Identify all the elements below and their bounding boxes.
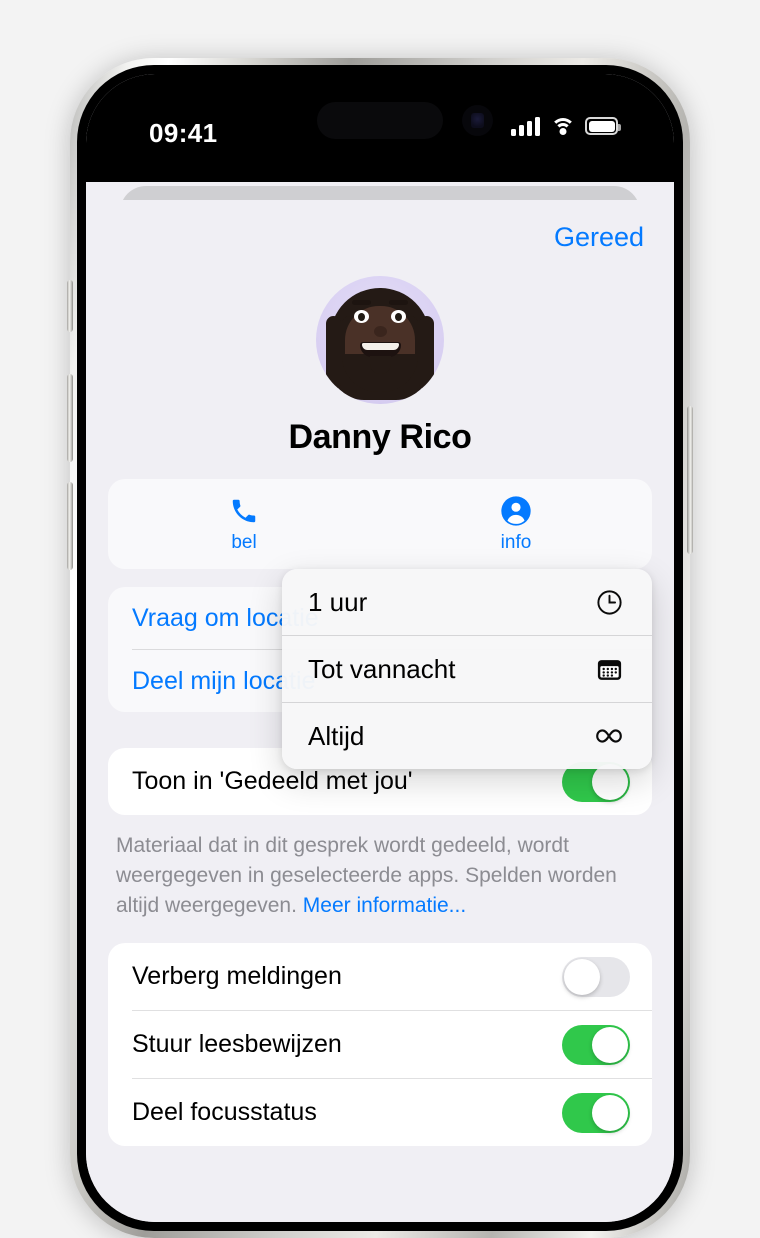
shared-with-you-label: Toon in 'Gedeeld met jou' (132, 767, 413, 795)
memoji-avatar[interactable] (316, 276, 444, 404)
power-button[interactable] (687, 406, 693, 554)
duration-popup-menu: 1 uur Tot vannacht Altijd (282, 569, 652, 769)
send-read-receipts-toggle[interactable] (562, 1024, 630, 1065)
action-button[interactable] (67, 280, 73, 332)
sheet-header: Gereed (86, 200, 674, 270)
clock-icon (592, 585, 626, 619)
shared-with-you-footnote: Materiaal dat in dit gesprek wordt gedee… (116, 831, 644, 921)
popup-item-until-tonight-label: Tot vannacht (308, 653, 456, 684)
status-bar-indicators (511, 116, 621, 136)
send-read-receipts-label: Stuur leesbewijzen (132, 1030, 342, 1058)
status-bar: 09:41 (86, 74, 674, 182)
device-bezel: Gereed Danny Rico bel info Vraag om loca… (77, 65, 683, 1231)
front-camera-icon (462, 105, 493, 136)
send-read-receipts-row[interactable]: Stuur leesbewijzen (108, 1011, 652, 1078)
call-button[interactable]: bel (108, 494, 380, 554)
popup-item-always-label: Altijd (308, 720, 365, 751)
done-button[interactable]: Gereed (554, 222, 644, 253)
popup-item-one-hour[interactable]: 1 uur (282, 569, 652, 635)
call-button-label: bel (231, 532, 257, 553)
info-button-label: info (500, 532, 532, 553)
popup-item-always[interactable]: Altijd (282, 703, 652, 769)
phone-icon (108, 494, 380, 528)
phone-screen: Gereed Danny Rico bel info Vraag om loca… (86, 74, 674, 1222)
popup-item-until-tonight[interactable]: Tot vannacht (282, 636, 652, 702)
share-focus-status-toggle[interactable] (562, 1092, 630, 1133)
dynamic-island (317, 102, 443, 139)
person-circle-icon (380, 494, 652, 528)
popup-item-one-hour-label: 1 uur (308, 586, 368, 617)
volume-up-button[interactable] (67, 374, 73, 462)
volume-down-button[interactable] (67, 482, 73, 570)
share-focus-status-row[interactable]: Deel focusstatus (108, 1079, 652, 1146)
info-button[interactable]: info (380, 494, 652, 554)
calendar-icon (592, 652, 626, 686)
hide-alerts-label: Verberg meldingen (132, 962, 342, 990)
contact-name: Danny Rico (288, 418, 472, 456)
infinity-icon (592, 719, 626, 753)
status-bar-clock: 09:41 (149, 118, 218, 148)
battery-full-icon (585, 117, 621, 135)
message-settings-card: Verberg meldingen Stuur leesbewijzen Dee… (108, 943, 652, 1146)
share-focus-status-label: Deel focusstatus (132, 1098, 317, 1126)
action-buttons-row: bel info (108, 479, 652, 569)
wifi-icon (550, 117, 575, 136)
hide-alerts-toggle[interactable] (562, 956, 630, 997)
hide-alerts-row[interactable]: Verberg meldingen (108, 943, 652, 1010)
cellular-bars-icon (511, 116, 540, 136)
iphone-device-frame: Gereed Danny Rico bel info Vraag om loca… (67, 58, 693, 1238)
more-info-link[interactable]: Meer informatie... (303, 894, 466, 917)
avatar-container (86, 276, 674, 404)
